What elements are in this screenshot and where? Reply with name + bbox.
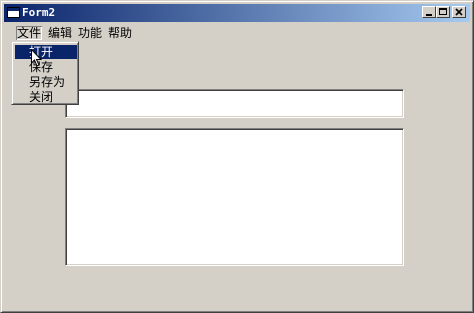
title-bar[interactable]: Form2: [4, 4, 470, 22]
form2-window: Form2 文件 编辑 功能 帮助 打开 保存 另存为 关闭: [0, 0, 474, 313]
mouse-pointer-icon: [31, 49, 43, 67]
menu-bar: 文件 编辑 功能 帮助: [4, 23, 470, 42]
maximize-button[interactable]: [436, 6, 450, 18]
minimize-icon: [426, 14, 432, 16]
close-icon: [455, 8, 463, 16]
close-button[interactable]: [452, 6, 466, 18]
single-line-textbox[interactable]: [65, 89, 404, 118]
menu-help[interactable]: 帮助: [107, 26, 133, 40]
app-window-icon[interactable]: [7, 7, 20, 18]
menu-item-open[interactable]: 打开: [15, 45, 77, 59]
menu-file[interactable]: 文件: [16, 26, 42, 40]
menu-function[interactable]: 功能: [77, 26, 103, 40]
multiline-text-area[interactable]: [65, 128, 404, 266]
window-title: Form2: [22, 6, 56, 19]
minimize-button[interactable]: [422, 6, 436, 18]
menu-item-save[interactable]: 保存: [15, 60, 77, 74]
menu-item-close[interactable]: 关闭: [15, 90, 77, 104]
menu-edit[interactable]: 编辑: [47, 26, 73, 40]
maximize-icon: [439, 8, 447, 15]
file-dropdown-menu: 打开 保存 另存为 关闭: [11, 41, 79, 105]
menu-item-save-as[interactable]: 另存为: [15, 75, 77, 89]
